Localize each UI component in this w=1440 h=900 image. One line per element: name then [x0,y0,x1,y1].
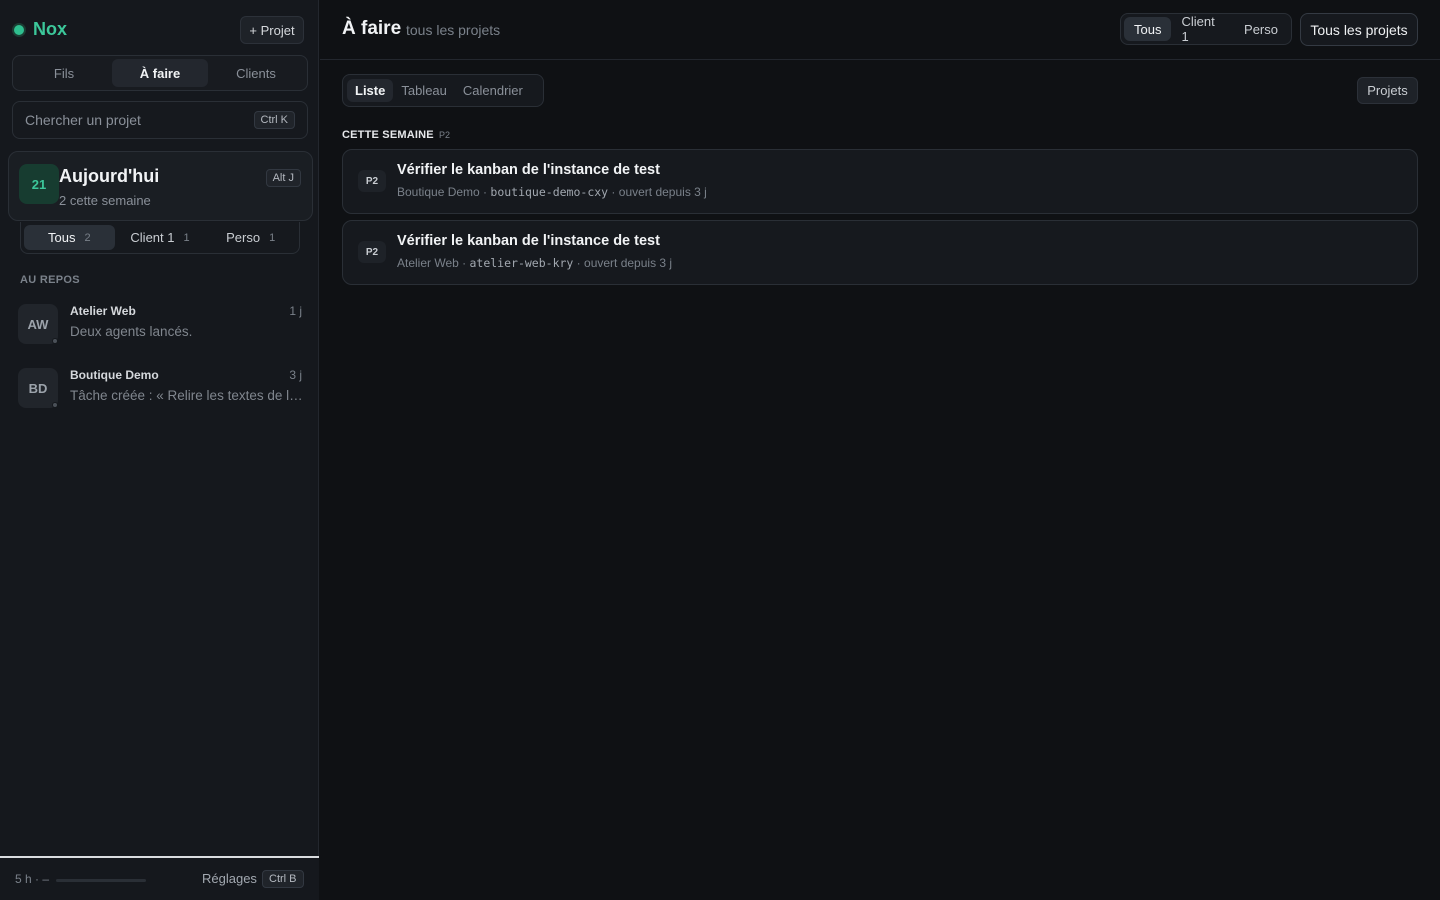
project-name: Atelier Web [70,304,136,318]
today-shortcut-badge: Alt J [265,169,301,187]
task-title: Vérifier le kanban de l'instance de test [397,162,660,178]
today-card[interactable]: 21 Aujourd'hui 2 cette semaine Alt J [8,151,313,221]
view-tab-calendar[interactable]: Calendrier [455,79,531,102]
filter-count: 1 [269,231,276,244]
project-time: 3 j [289,368,302,382]
projects-button[interactable]: Projets [1357,77,1418,104]
usage-progress-bar [56,879,146,882]
brand-name: Nox [33,19,68,39]
tab-threads[interactable]: Fils [16,59,112,87]
brand[interactable]: Nox [14,19,67,40]
priority-badge: P2 [358,241,386,263]
view-tabs: Liste Tableau Calendrier [342,74,544,107]
project-search: Ctrl K [12,101,308,139]
section-priority-badge: P2 [439,130,451,140]
project-item-boutique-demo[interactable]: BD Boutique Demo Tâche créée : « Relire … [18,368,308,416]
scope-tab-all[interactable]: Tous [1124,17,1172,41]
section-label: CETTE SEMAINE [342,129,434,141]
client-filter: Tous 2 Client 1 1 Perso 1 [20,222,300,254]
tab-todo[interactable]: À faire [112,59,208,87]
scope-tab-perso[interactable]: Perso [1234,17,1288,41]
idle-status-icon [52,402,58,408]
idle-section-label: AU REPOS [20,274,80,286]
view-tab-board[interactable]: Tableau [393,79,455,102]
task-slug: boutique-demo-cxy [490,185,609,199]
project-name: Boutique Demo [70,368,159,382]
task-title: Vérifier le kanban de l'instance de test [397,233,660,249]
sidebar-footer: 5 h · – Réglages Ctrl B [0,856,319,900]
idle-status-icon [52,338,58,344]
new-project-button[interactable]: + Projet [240,16,304,44]
task-meta: Atelier Web · atelier-web-kry · ouvert d… [397,256,673,270]
filter-perso[interactable]: Perso 1 [205,225,296,250]
task-project: Boutique Demo [397,185,480,199]
task-age: ouvert depuis 3 j [618,185,707,199]
today-subtitle: 2 cette semaine [59,193,151,208]
project-item-atelier-web[interactable]: AW Atelier Web Deux agents lancés. 1 j [18,304,308,352]
filter-all[interactable]: Tous 2 [24,225,115,250]
page-title: À faire [342,18,402,39]
usage-label: 5 h · – [15,872,50,886]
filter-count: 2 [84,231,91,244]
project-last-message: Deux agents lancés. [70,324,193,339]
tab-clients[interactable]: Clients [208,59,304,87]
search-input[interactable] [25,112,254,128]
filter-label: Perso [226,230,261,245]
sidebar: Nox + Projet Fils À faire Clients Ctrl K… [0,0,319,900]
settings-shortcut-badge: Ctrl B [262,870,304,888]
task-meta: Boutique Demo · boutique-demo-cxy · ouve… [397,185,707,199]
status-dot-icon [14,24,24,35]
task-slug: atelier-web-kry [469,256,574,270]
priority-badge: P2 [358,170,386,192]
project-last-message: Tâche créée : « Relire les textes de la … [70,388,304,403]
task-card[interactable]: P2 Vérifier le kanban de l'instance de t… [342,149,1418,214]
page-subtitle: tous les projets [406,22,501,38]
calendar-date-icon: 21 [19,164,59,204]
view-tab-list[interactable]: Liste [347,79,394,102]
task-age: ouvert depuis 3 j [584,256,673,270]
top-bar: À faire tous les projets Tous Client 1 P… [320,0,1440,60]
task-card[interactable]: P2 Vérifier le kanban de l'instance de t… [342,220,1418,285]
filter-label: Tous [48,230,76,245]
filter-label: Client 1 [130,230,175,245]
sidebar-tabs: Fils À faire Clients [12,55,308,91]
all-projects-button[interactable]: Tous les projets [1300,13,1418,46]
main-panel: À faire tous les projets Tous Client 1 P… [320,0,1440,900]
scope-tab-client-1[interactable]: Client 1 [1171,14,1234,44]
scope-tabs: Tous Client 1 Perso [1120,13,1292,45]
project-time: 1 j [289,304,302,318]
filter-count: 1 [183,231,190,244]
search-shortcut-badge: Ctrl K [253,111,295,129]
today-title: Aujourd'hui [59,166,160,186]
filter-client-1[interactable]: Client 1 1 [115,225,206,250]
settings-link[interactable]: Réglages [202,871,257,886]
task-project: Atelier Web [397,256,459,270]
